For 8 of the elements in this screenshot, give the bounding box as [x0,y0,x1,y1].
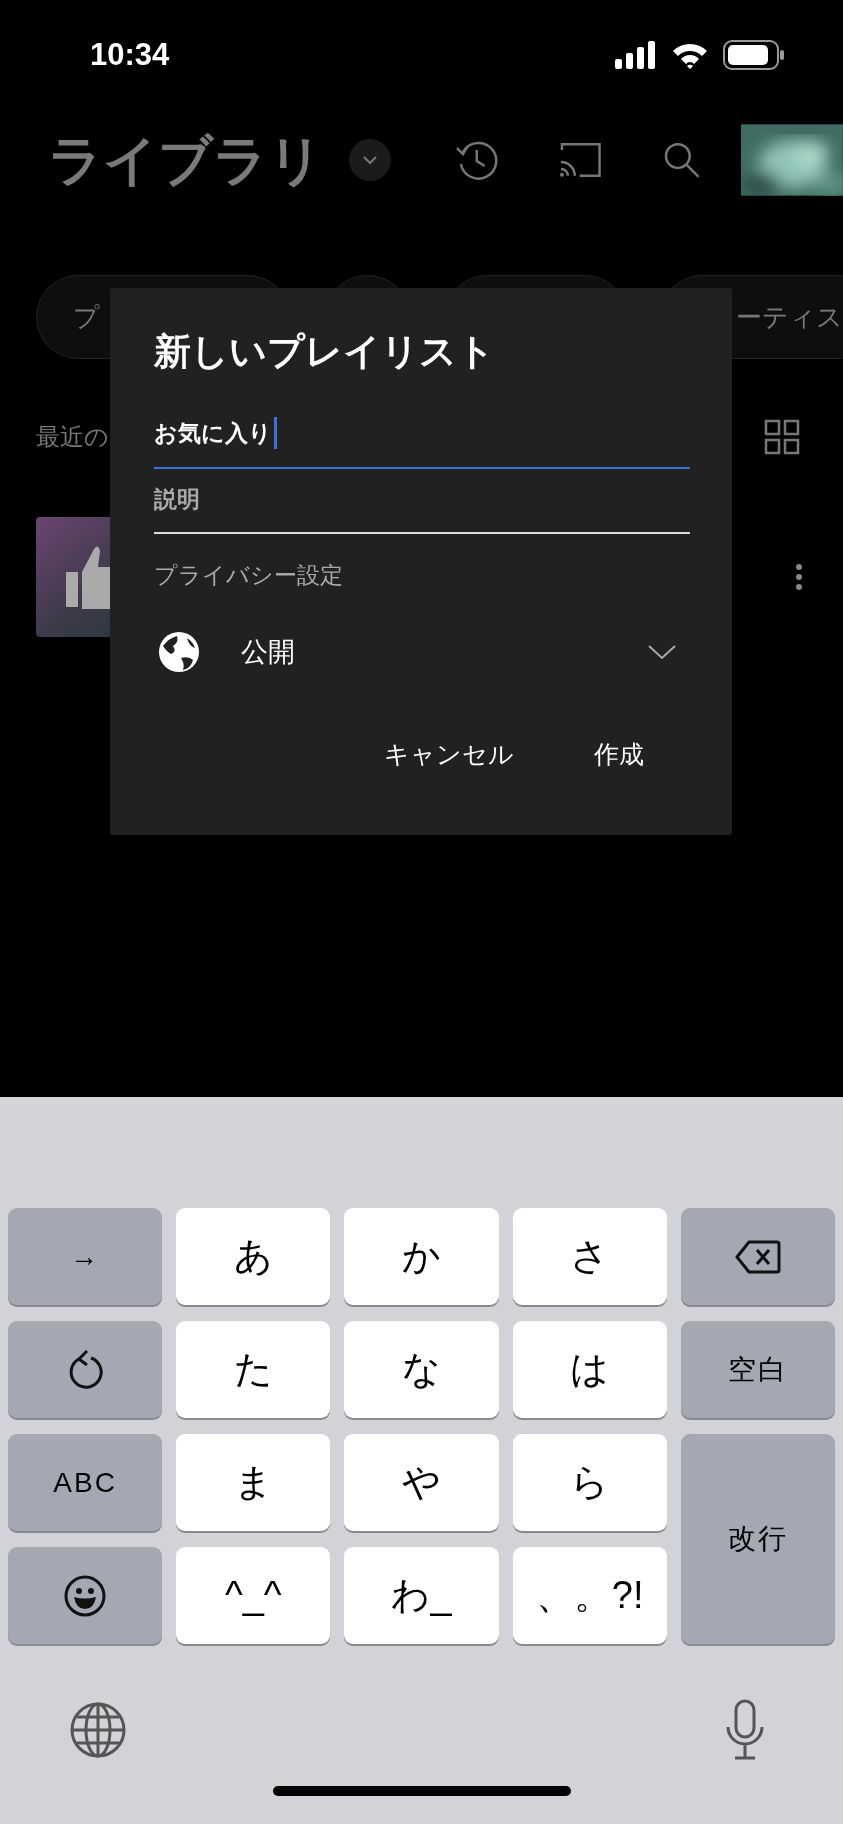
description-placeholder: 説明 [154,485,200,514]
section-title: 最近の [36,422,109,452]
privacy-label: プライバシー設定 [154,561,344,590]
page-title: ライブラリ [48,133,323,187]
name-value: お気に入り [154,419,272,448]
status-time: 10:34 [90,35,170,74]
privacy-value: 公開 [241,635,295,669]
dialog-title: 新しいプレイリスト [154,330,496,374]
